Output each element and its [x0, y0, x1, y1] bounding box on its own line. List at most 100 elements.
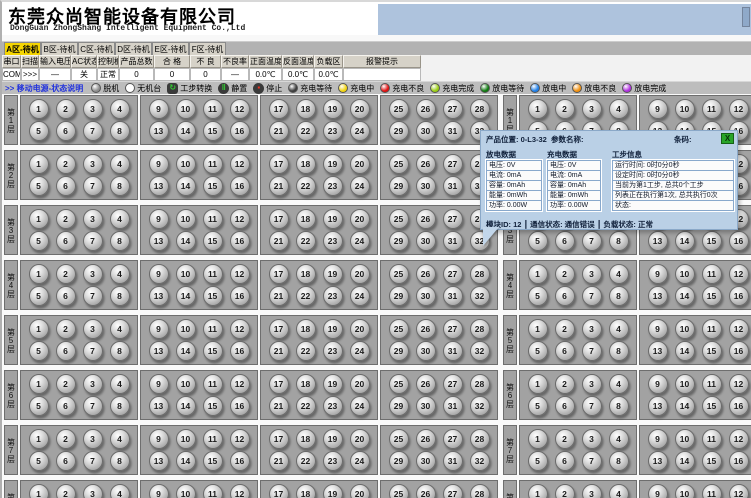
slot-circle[interactable]: 12 — [230, 319, 250, 339]
slot-circle[interactable]: 9 — [149, 99, 169, 119]
slot-circle[interactable]: 1 — [29, 209, 49, 229]
slot-circle[interactable]: 15 — [203, 231, 223, 251]
slot-circle[interactable]: 14 — [176, 286, 196, 306]
slot-circle[interactable]: 20 — [350, 319, 370, 339]
slot-circle[interactable]: 5 — [29, 341, 49, 361]
slot-circle[interactable]: 7 — [582, 396, 602, 416]
slot-circle[interactable]: 11 — [203, 319, 223, 339]
slot-circle[interactable]: 16 — [230, 286, 250, 306]
slot-circle[interactable]: 6 — [56, 341, 76, 361]
slot-circle[interactable]: 23 — [323, 286, 343, 306]
slot-circle[interactable]: 16 — [230, 176, 250, 196]
slot-circle[interactable]: 18 — [296, 99, 316, 119]
slot-circle[interactable]: 23 — [323, 121, 343, 141]
slot-circle[interactable]: 29 — [389, 341, 409, 361]
slot-circle[interactable]: 1 — [29, 264, 49, 284]
slot-circle[interactable]: 27 — [443, 154, 463, 174]
slot-circle[interactable]: 2 — [56, 209, 76, 229]
slot-circle[interactable]: 22 — [296, 121, 316, 141]
slot-circle[interactable]: 22 — [296, 341, 316, 361]
slot-circle[interactable]: 3 — [582, 264, 602, 284]
slot-circle[interactable]: 3 — [83, 264, 103, 284]
slot-circle[interactable]: 12 — [729, 429, 749, 449]
slot-circle[interactable]: 13 — [149, 286, 169, 306]
slot-circle[interactable]: 2 — [56, 484, 76, 498]
slot-circle[interactable]: 3 — [83, 374, 103, 394]
slot-circle[interactable]: 4 — [110, 99, 130, 119]
slot-circle[interactable]: 6 — [56, 121, 76, 141]
slot-circle[interactable]: 5 — [29, 396, 49, 416]
slot-circle[interactable]: 21 — [269, 231, 289, 251]
slot-circle[interactable]: 6 — [56, 176, 76, 196]
slot-circle[interactable]: 18 — [296, 429, 316, 449]
slot-circle[interactable]: 1 — [528, 484, 548, 498]
slot-circle[interactable]: 11 — [203, 484, 223, 498]
slot-circle[interactable]: 8 — [110, 396, 130, 416]
slot-circle[interactable]: 17 — [269, 99, 289, 119]
slot-circle[interactable]: 12 — [230, 154, 250, 174]
slot-circle[interactable]: 16 — [230, 341, 250, 361]
slot-circle[interactable]: 10 — [675, 99, 695, 119]
slot-circle[interactable]: 1 — [29, 484, 49, 498]
slot-circle[interactable]: 24 — [350, 176, 370, 196]
slot-circle[interactable]: 5 — [528, 451, 548, 471]
slot-circle[interactable]: 10 — [675, 264, 695, 284]
slot-circle[interactable]: 6 — [555, 396, 575, 416]
slot-circle[interactable]: 19 — [323, 374, 343, 394]
slot-circle[interactable]: 11 — [203, 99, 223, 119]
slot-circle[interactable]: 15 — [702, 451, 722, 471]
slot-circle[interactable]: 6 — [56, 451, 76, 471]
slot-circle[interactable]: 9 — [149, 484, 169, 498]
slot-circle[interactable]: 16 — [729, 396, 749, 416]
slot-circle[interactable]: 29 — [389, 286, 409, 306]
slot-circle[interactable]: 17 — [269, 264, 289, 284]
slot-circle[interactable]: 4 — [110, 264, 130, 284]
slot-circle[interactable]: 7 — [83, 176, 103, 196]
slot-circle[interactable]: 19 — [323, 99, 343, 119]
slot-circle[interactable]: 2 — [56, 319, 76, 339]
slot-circle[interactable]: 9 — [648, 374, 668, 394]
slot-circle[interactable]: 9 — [149, 429, 169, 449]
slot-circle[interactable]: 25 — [389, 154, 409, 174]
slot-circle[interactable]: 27 — [443, 209, 463, 229]
slot-circle[interactable]: 3 — [83, 484, 103, 498]
slot-circle[interactable]: 2 — [56, 264, 76, 284]
slot-circle[interactable]: 15 — [702, 396, 722, 416]
slot-circle[interactable]: 23 — [323, 451, 343, 471]
slot-circle[interactable]: 6 — [555, 286, 575, 306]
tab-zone-d[interactable]: D区-待机 — [115, 42, 152, 55]
slot-circle[interactable]: 11 — [203, 154, 223, 174]
slot-circle[interactable]: 6 — [555, 231, 575, 251]
slot-circle[interactable]: 3 — [83, 429, 103, 449]
slot-circle[interactable]: 23 — [323, 396, 343, 416]
slot-circle[interactable]: 10 — [176, 429, 196, 449]
slot-circle[interactable]: 2 — [555, 264, 575, 284]
slot-circle[interactable]: 25 — [389, 99, 409, 119]
slot-circle[interactable]: 25 — [389, 429, 409, 449]
slot-circle[interactable]: 28 — [470, 374, 490, 394]
slot-circle[interactable]: 12 — [230, 209, 250, 229]
slot-circle[interactable]: 8 — [110, 231, 130, 251]
slot-circle[interactable]: 22 — [296, 176, 316, 196]
slot-circle[interactable]: 5 — [29, 231, 49, 251]
slot-circle[interactable]: 16 — [729, 451, 749, 471]
slot-circle[interactable]: 18 — [296, 374, 316, 394]
slot-circle[interactable]: 28 — [470, 99, 490, 119]
slot-circle[interactable]: 30 — [416, 341, 436, 361]
slot-circle[interactable]: 22 — [296, 451, 316, 471]
slot-circle[interactable]: 3 — [582, 99, 602, 119]
slot-circle[interactable]: 15 — [702, 286, 722, 306]
slot-circle[interactable]: 31 — [443, 451, 463, 471]
slot-circle[interactable]: 9 — [149, 319, 169, 339]
slot-circle[interactable]: 17 — [269, 154, 289, 174]
slot-circle[interactable]: 11 — [702, 99, 722, 119]
slot-circle[interactable]: 8 — [110, 121, 130, 141]
slot-circle[interactable]: 13 — [648, 231, 668, 251]
slot-circle[interactable]: 31 — [443, 286, 463, 306]
slot-circle[interactable]: 9 — [149, 209, 169, 229]
slot-circle[interactable]: 10 — [675, 429, 695, 449]
slot-circle[interactable]: 30 — [416, 121, 436, 141]
slot-circle[interactable]: 13 — [149, 176, 169, 196]
slot-circle[interactable]: 19 — [323, 429, 343, 449]
slot-circle[interactable]: 12 — [230, 484, 250, 498]
